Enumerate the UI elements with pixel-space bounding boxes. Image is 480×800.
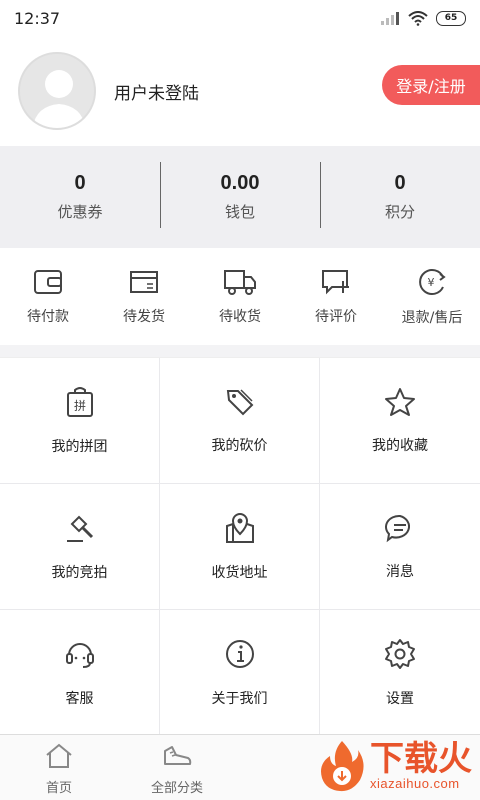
- account-stats: 0 优惠券 0.00 钱包 0 积分: [0, 146, 480, 248]
- status-icons: 65: [380, 10, 466, 26]
- order-label: 待收货: [219, 308, 261, 325]
- shoe-icon: [164, 746, 192, 765]
- grid-item-settings[interactable]: 设置: [320, 610, 480, 736]
- box-icon: [130, 270, 158, 293]
- settings-gear-icon: [385, 638, 415, 669]
- avatar[interactable]: [18, 52, 96, 130]
- grid-item-messages[interactable]: 消息: [320, 484, 480, 610]
- info-icon: [225, 639, 254, 668]
- grid-item-label: 我的竞拍: [51, 564, 108, 581]
- grid-item-about-us[interactable]: 关于我们: [160, 610, 320, 736]
- stat-coupons[interactable]: 0 优惠券: [0, 172, 160, 222]
- order-status-row: 待付款 待发货 待收货 待评价 ¥ 退款/售后: [0, 248, 480, 345]
- grid-item-favorites[interactable]: 我的收藏: [320, 358, 480, 484]
- grid-item-bargain[interactable]: 我的砍价: [160, 358, 320, 484]
- flame-logo-icon: [321, 741, 364, 792]
- tab-label: 全部分类: [150, 781, 203, 796]
- section-divider: [0, 345, 480, 357]
- stat-label: 积分: [384, 203, 415, 221]
- order-pending-receipt[interactable]: 待收货: [192, 268, 288, 326]
- grid-item-label: 客服: [65, 690, 94, 707]
- grid-item-auction[interactable]: 我的竞拍: [0, 484, 160, 610]
- wifi-icon: [408, 10, 428, 26]
- watermark-text: 下载火 xiazaihuo.com: [370, 742, 472, 791]
- watermark-title: 下载火: [370, 738, 472, 779]
- headset-icon: [65, 642, 94, 668]
- stat-wallet[interactable]: 0.00 钱包: [160, 162, 320, 228]
- tab-label: 首页: [45, 781, 72, 796]
- watermark-subtitle: xiazaihuo.com: [370, 775, 460, 791]
- svg-text:¥: ¥: [428, 276, 435, 289]
- avatar-placeholder-icon: [32, 70, 86, 128]
- grid-item-group-buy[interactable]: 拼 我的拼团: [0, 358, 160, 484]
- grid-item-address[interactable]: 收货地址: [160, 484, 320, 610]
- order-label: 待评价: [315, 308, 357, 325]
- stat-label: 优惠券: [57, 203, 103, 221]
- battery-level: 65: [444, 13, 458, 23]
- grid-item-label: 消息: [386, 563, 414, 580]
- comment-add-icon: [322, 269, 349, 294]
- grid-item-label: 设置: [386, 690, 414, 707]
- svg-text:拼: 拼: [73, 399, 85, 413]
- home-icon: [46, 743, 72, 768]
- order-label: 待发货: [123, 308, 165, 325]
- profile-header: 用户未登陆 登录/注册: [0, 36, 480, 146]
- stat-points[interactable]: 0 积分: [320, 162, 480, 228]
- grid-item-label: 我的砍价: [211, 437, 268, 454]
- map-pin-icon: [225, 512, 254, 543]
- order-pending-payment[interactable]: 待付款: [0, 268, 96, 326]
- bottom-tab-bar: 首页 全部分类 下载火 xiazaihuo.com: [0, 734, 480, 800]
- watermark-logo: 下载火 xiazaihuo.com: [314, 738, 472, 794]
- order-pending-shipment[interactable]: 待发货: [96, 268, 192, 326]
- order-refund-after-sales[interactable]: ¥ 退款/售后: [384, 267, 480, 327]
- grid-item-label: 我的收藏: [372, 437, 428, 454]
- message-icon: [385, 514, 410, 542]
- tab-all-categories[interactable]: 全部分类: [118, 735, 236, 800]
- order-label: 退款/售后: [401, 309, 463, 326]
- order-pending-review[interactable]: 待评价: [288, 268, 384, 326]
- grid-item-label: 我的拼团: [51, 438, 108, 455]
- stat-value: 0.00: [220, 172, 260, 194]
- auction-hammer-icon: [66, 515, 93, 542]
- refund-icon: ¥: [419, 268, 446, 295]
- tab-home[interactable]: 首页: [0, 735, 118, 800]
- stat-value: 0: [74, 172, 86, 194]
- username: 用户未登陆: [114, 83, 199, 104]
- wallet-icon: [34, 269, 62, 294]
- price-tag-icon: [226, 388, 253, 415]
- grid-item-label: 关于我们: [211, 690, 268, 707]
- status-time: 12:37: [14, 8, 61, 28]
- stat-value: 0: [394, 172, 406, 194]
- star-icon: [385, 387, 415, 416]
- grid-item-customer-service[interactable]: 客服: [0, 610, 160, 736]
- status-bar: 12:37 65: [0, 0, 480, 36]
- group-buy-icon: 拼: [66, 386, 93, 417]
- stat-label: 钱包: [224, 203, 255, 221]
- order-label: 待付款: [27, 308, 69, 325]
- feature-grid: 拼 我的拼团 我的砍价 我的收藏 我的竞拍 收货地址 消息 客服 关于我们 设置: [0, 357, 480, 736]
- signal-icon: [381, 12, 399, 25]
- battery-icon: 65: [436, 10, 466, 26]
- truck-icon: [224, 269, 256, 295]
- grid-item-label: 收货地址: [211, 564, 268, 581]
- login-register-button[interactable]: 登录/注册: [382, 65, 480, 105]
